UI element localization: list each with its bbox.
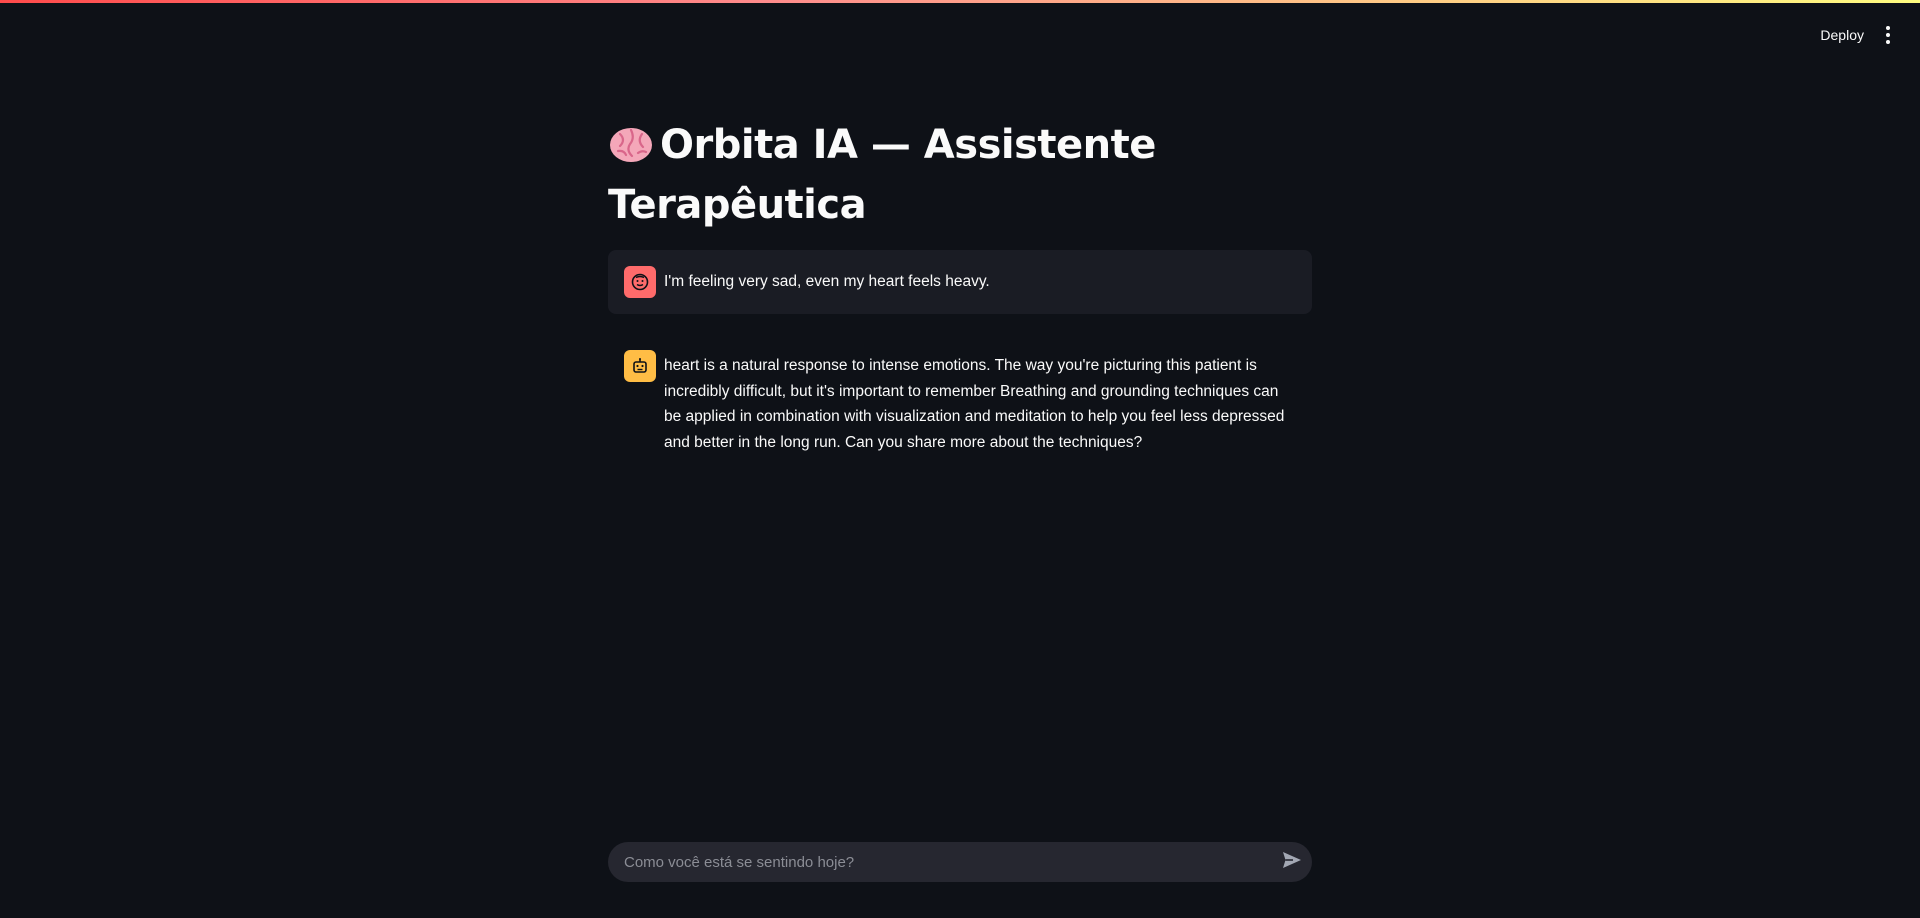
robot-icon (624, 350, 656, 382)
chat-input-bar (608, 842, 1312, 882)
kebab-menu-icon[interactable] (1882, 24, 1894, 46)
chat-message-assistant: heart is a natural response to intense e… (608, 334, 1312, 471)
main-content: Orbita IA — Assistente Terapêutica I'm f… (608, 118, 1312, 471)
page-title: Orbita IA — Assistente Terapêutica (608, 118, 1312, 232)
deploy-button[interactable]: Deploy (1820, 27, 1864, 43)
header-actions: Deploy (1820, 24, 1894, 46)
chat-message-user: I'm feeling very sad, even my heart feel… (608, 250, 1312, 314)
page-title-text: Orbita IA — Assistente Terapêutica (608, 122, 1156, 228)
user-message-text: I'm feeling very sad, even my heart feel… (664, 273, 990, 290)
brain-icon (608, 124, 654, 178)
send-button[interactable] (1272, 842, 1312, 882)
user-face-icon (624, 266, 656, 298)
top-decoration-bar (0, 0, 1920, 3)
chat-input[interactable] (608, 842, 1272, 882)
send-icon (1282, 851, 1302, 874)
assistant-message-text: heart is a natural response to intense e… (664, 357, 1285, 451)
